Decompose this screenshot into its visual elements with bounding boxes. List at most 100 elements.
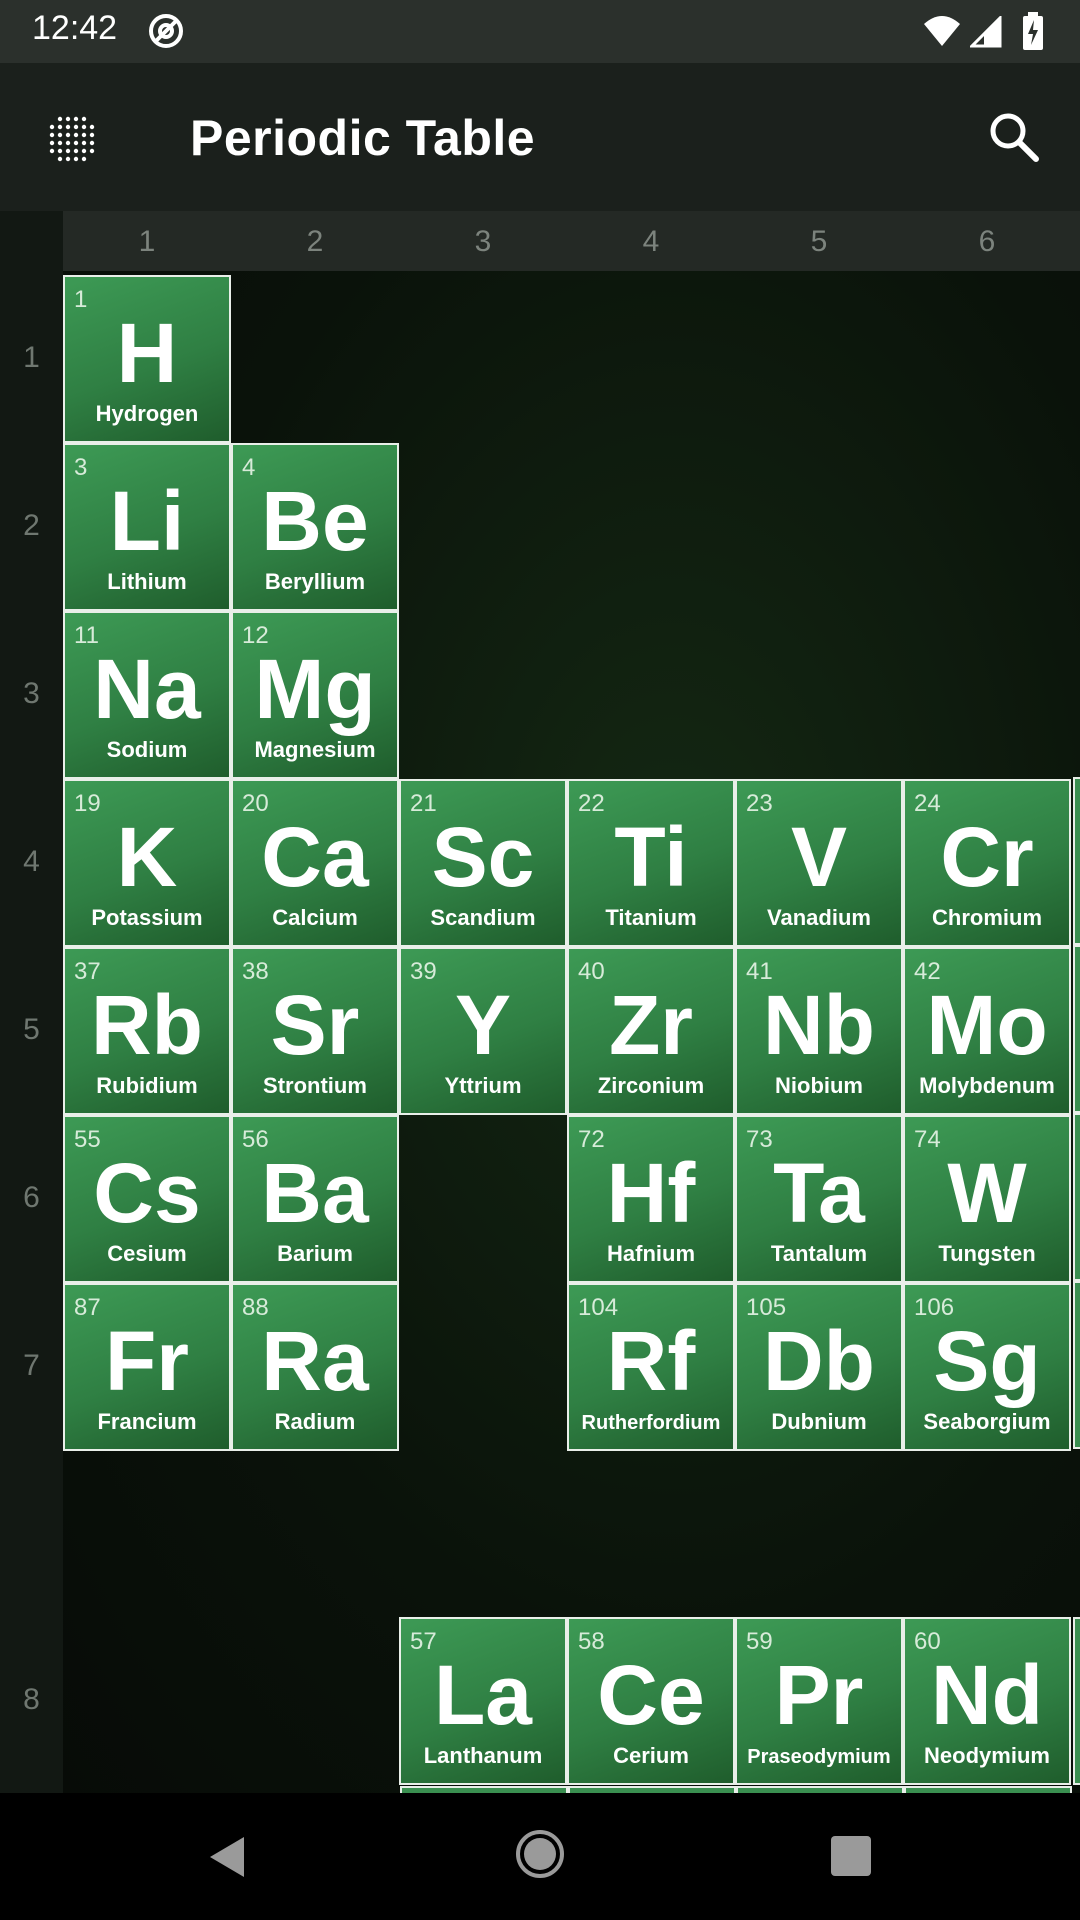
atomic-number: 19 — [74, 790, 101, 817]
atomic-number: 39 — [410, 958, 437, 985]
element-name: Barium — [277, 1241, 353, 1266]
period-number: 6 — [23, 1181, 40, 1214]
element-symbol: Nd — [931, 1648, 1043, 1742]
element-tile[interactable]: 21 Sc Scandium — [399, 779, 567, 947]
tile-edge-partial[interactable] — [1073, 1281, 1080, 1449]
element-symbol: Li — [109, 474, 185, 568]
period-number: 1 — [23, 341, 40, 374]
page-title: Periodic Table — [190, 110, 536, 166]
element-tile[interactable]: 23 V Vanadium — [735, 779, 903, 947]
element-symbol: Sr — [270, 978, 360, 1072]
atomic-number: 73 — [746, 1126, 773, 1153]
element-symbol: Cs — [93, 1146, 201, 1240]
atomic-number: 59 — [746, 1628, 773, 1655]
element-symbol: Mg — [254, 642, 376, 736]
element-tile[interactable]: 40 Zr Zirconium — [567, 947, 735, 1115]
tile-edge-partial[interactable] — [1073, 777, 1080, 945]
system-nav-bar — [0, 1793, 1080, 1920]
element-name: Rutherfordium — [581, 1412, 721, 1434]
element-name: Lanthanum — [423, 1743, 543, 1768]
tile-stub-partial[interactable] — [400, 1786, 568, 1793]
element-tile[interactable]: 72 Hf Hafnium — [567, 1115, 735, 1283]
element-tile[interactable]: 73 Ta Tantalum — [735, 1115, 903, 1283]
element-tile[interactable]: 41 Nb Niobium — [735, 947, 903, 1115]
element-tile[interactable]: 58 Ce Cerium — [567, 1617, 735, 1785]
element-tile[interactable]: 37 Rb Rubidium — [63, 947, 231, 1115]
app-bar: Periodic Table — [0, 63, 1080, 211]
element-symbol: Db — [763, 1314, 875, 1408]
element-name: Rubidium — [96, 1073, 198, 1098]
element-name: Chromium — [932, 905, 1042, 930]
element-name: Cesium — [107, 1241, 187, 1266]
element-tile[interactable]: 59 Pr Praseodymium — [735, 1617, 903, 1785]
element-tile[interactable]: 19 K Potassium — [63, 779, 231, 947]
atomic-number: 87 — [74, 1294, 101, 1321]
element-tile[interactable]: 1 H Hydrogen — [63, 275, 231, 443]
atomic-number: 1 — [74, 286, 88, 313]
atomic-number: 74 — [914, 1126, 941, 1153]
element-name: Hydrogen — [95, 401, 199, 426]
element-tile[interactable]: 88 Ra Radium — [231, 1283, 399, 1451]
element-tile[interactable]: 11 Na Sodium — [63, 611, 231, 779]
element-symbol: W — [947, 1146, 1027, 1240]
period-rail — [0, 211, 63, 1793]
element-symbol: Pr — [774, 1648, 864, 1742]
element-name: Sodium — [106, 737, 188, 762]
element-tile[interactable]: 39 Y Yttrium — [399, 947, 567, 1115]
tile-edge-partial[interactable] — [1073, 945, 1080, 1113]
element-tile[interactable]: 105 Db Dubnium — [735, 1283, 903, 1451]
element-tile[interactable]: 3 Li Lithium — [63, 443, 231, 611]
recents-square-icon[interactable] — [831, 1836, 871, 1876]
tile-edge-partial[interactable] — [1073, 1617, 1080, 1785]
element-tile[interactable]: 4 Be Beryllium — [231, 443, 399, 611]
element-symbol: K — [116, 810, 178, 904]
element-tile[interactable]: 42 Mo Molybdenum — [903, 947, 1071, 1115]
tile-edge-partial[interactable] — [1073, 1113, 1080, 1281]
element-tile[interactable]: 20 Ca Calcium — [231, 779, 399, 947]
atomic-number: 24 — [914, 790, 941, 817]
element-name: Dubnium — [771, 1409, 867, 1434]
element-tile[interactable]: 12 Mg Magnesium — [231, 611, 399, 779]
element-tile[interactable]: 60 Nd Neodymium — [903, 1617, 1071, 1785]
element-tile[interactable]: 104 Rf Rutherfordium — [567, 1283, 735, 1451]
element-tile[interactable]: 74 W Tungsten — [903, 1115, 1071, 1283]
element-name: Scandium — [430, 905, 536, 930]
period-number: 2 — [23, 509, 40, 542]
element-name: Francium — [97, 1409, 197, 1434]
element-symbol: Ca — [261, 810, 369, 904]
element-name: Tungsten — [938, 1241, 1036, 1266]
periodic-table[interactable]: 123456 12345678 1 H Hydrogen 3 Li Lithium 4 Be B… — [0, 211, 1080, 1793]
element-name: Cerium — [613, 1743, 689, 1768]
period-number: 8 — [23, 1683, 40, 1716]
tile-stub-partial[interactable] — [568, 1786, 736, 1793]
element-symbol: Ra — [261, 1314, 369, 1408]
home-circle-icon[interactable] — [515, 1829, 565, 1879]
atomic-number: 23 — [746, 790, 773, 817]
element-tile[interactable]: 57 La Lanthanum — [399, 1617, 567, 1785]
element-tile[interactable]: 56 Ba Barium — [231, 1115, 399, 1283]
element-symbol: Ce — [597, 1648, 705, 1742]
tile-stub-partial[interactable] — [904, 1786, 1072, 1793]
element-symbol: Fr — [105, 1314, 189, 1408]
element-tile[interactable]: 87 Fr Francium — [63, 1283, 231, 1451]
element-tile[interactable]: 38 Sr Strontium — [231, 947, 399, 1115]
element-name: Beryllium — [264, 569, 366, 594]
period-number: 4 — [23, 845, 40, 878]
element-tile[interactable]: 22 Ti Titanium — [567, 779, 735, 947]
group-number: 6 — [978, 225, 996, 258]
back-triangle-icon[interactable] — [204, 1833, 252, 1881]
element-tile[interactable]: 55 Cs Cesium — [63, 1115, 231, 1283]
element-symbol: Nb — [763, 978, 875, 1072]
status-icons — [922, 12, 1052, 52]
tile-stub-partial[interactable] — [736, 1786, 904, 1793]
element-tile[interactable]: 106 Sg Seaborgium — [903, 1283, 1071, 1451]
search-icon[interactable] — [984, 107, 1044, 167]
element-symbol: Ta — [773, 1146, 865, 1240]
element-symbol: Rf — [606, 1314, 696, 1408]
atomic-number: 72 — [578, 1126, 605, 1153]
period-number: 5 — [23, 1013, 40, 1046]
grid-dots-icon[interactable] — [44, 111, 100, 167]
element-name: Yttrium — [444, 1073, 522, 1098]
element-tile[interactable]: 24 Cr Chromium — [903, 779, 1071, 947]
status-time: 12:42 — [32, 9, 118, 47]
